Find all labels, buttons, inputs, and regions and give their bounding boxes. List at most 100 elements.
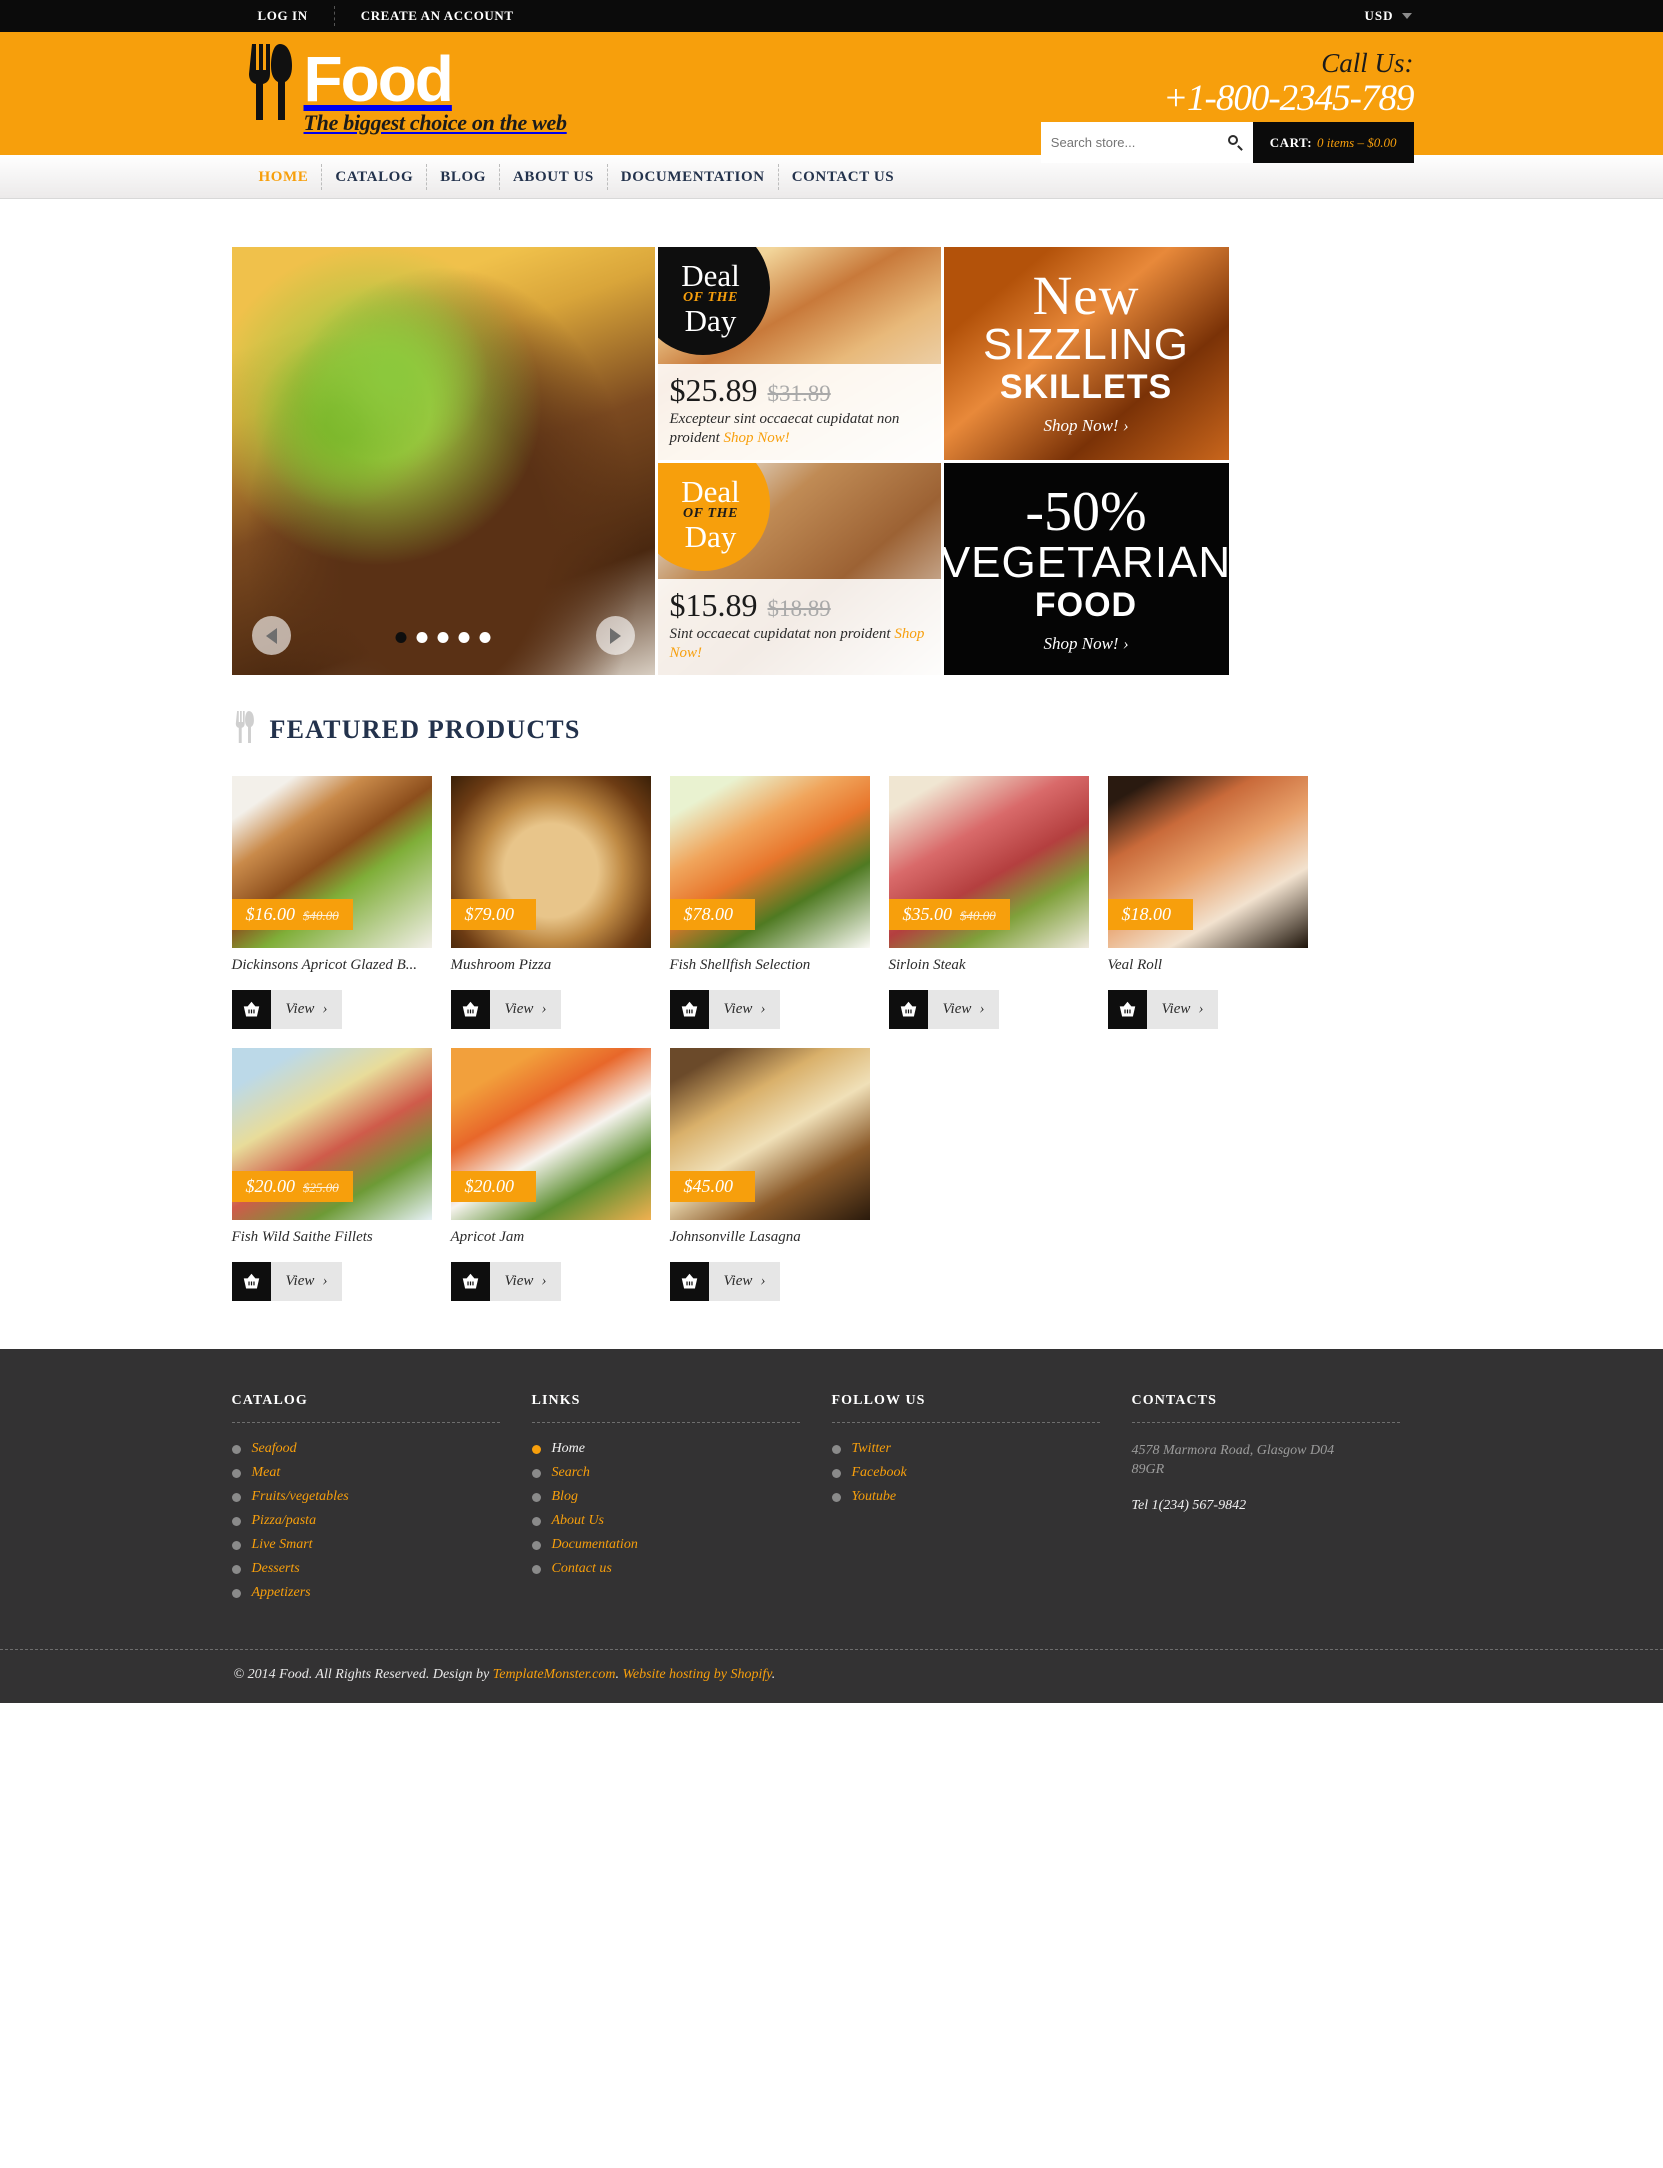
nav-item-about-us[interactable]: ABOUT US: [500, 155, 607, 199]
add-to-cart-button[interactable]: [450, 1262, 490, 1301]
product-name[interactable]: Apricot Jam: [451, 1229, 651, 1246]
nav-item-blog[interactable]: BLOG: [427, 155, 499, 199]
product-image[interactable]: $20.00 $25.00: [231, 1048, 432, 1220]
product-card[interactable]: $16.00 $40.00 Dickinsons Apricot Glazed …: [231, 776, 432, 1029]
search-icon[interactable]: [1227, 135, 1243, 151]
list-item[interactable]: Youtube: [831, 1489, 1106, 1505]
footer-link-home[interactable]: Home: [552, 1441, 585, 1457]
list-item[interactable]: Twitter: [831, 1441, 1106, 1457]
deal-of-the-day-2[interactable]: Deal OF THE Day $15.89 $18.89 Sint occae…: [657, 462, 941, 675]
product-name[interactable]: Sirloin Steak: [889, 957, 1089, 974]
login-link[interactable]: LOG IN: [232, 0, 334, 32]
view-product-button[interactable]: View ›: [1146, 990, 1219, 1029]
slider-dot-5[interactable]: [479, 632, 491, 643]
product-image[interactable]: $18.00: [1107, 776, 1308, 948]
list-item[interactable]: Blog: [531, 1489, 806, 1505]
slider-next-button[interactable]: [595, 616, 635, 655]
slider-dot-3[interactable]: [437, 632, 449, 643]
product-card[interactable]: $35.00 $40.00 Sirloin Steak View ›: [888, 776, 1089, 1029]
add-to-cart-button[interactable]: [1107, 990, 1147, 1029]
promo-shop-now-link[interactable]: Shop Now! ›: [1044, 634, 1129, 654]
list-item[interactable]: Seafood: [231, 1441, 506, 1457]
list-item[interactable]: Facebook: [831, 1465, 1106, 1481]
footer-link-appetizers[interactable]: Appetizers: [252, 1585, 311, 1601]
list-item[interactable]: Fruits/vegetables: [231, 1489, 506, 1505]
footer-link-search[interactable]: Search: [552, 1465, 590, 1481]
add-to-cart-button[interactable]: [450, 990, 490, 1029]
product-name[interactable]: Dickinsons Apricot Glazed B...: [232, 957, 432, 974]
slider-dot-1[interactable]: [395, 632, 407, 643]
product-card[interactable]: $78.00 Fish Shellfish Selection View ›: [669, 776, 870, 1029]
product-name[interactable]: Fish Wild Saithe Fillets: [232, 1229, 432, 1246]
footer-link-twitter[interactable]: Twitter: [852, 1441, 891, 1457]
add-to-cart-button[interactable]: [231, 990, 271, 1029]
product-image[interactable]: $35.00 $40.00: [888, 776, 1089, 948]
list-item[interactable]: About Us: [531, 1513, 806, 1529]
view-product-button[interactable]: View ›: [708, 990, 781, 1029]
view-product-button[interactable]: View ›: [489, 1262, 562, 1301]
product-card[interactable]: $20.00 Apricot Jam View ›: [450, 1048, 651, 1301]
promo-sizzling-skillets[interactable]: New SIZZLING SKILLETS Shop Now! ›: [943, 247, 1229, 460]
add-to-cart-button[interactable]: [669, 1262, 709, 1301]
footer-link-live-smart[interactable]: Live Smart: [252, 1537, 313, 1553]
list-item[interactable]: Meat: [231, 1465, 506, 1481]
nav-item-contact-us[interactable]: CONTACT US: [779, 155, 908, 199]
product-name[interactable]: Veal Roll: [1108, 957, 1308, 974]
product-card[interactable]: $79.00 Mushroom Pizza View ›: [450, 776, 651, 1029]
footer-link-facebook[interactable]: Facebook: [852, 1465, 907, 1481]
hero-slider[interactable]: [231, 247, 655, 675]
list-item[interactable]: Appetizers: [231, 1585, 506, 1601]
product-image[interactable]: $20.00: [450, 1048, 651, 1220]
footer-link-meat[interactable]: Meat: [252, 1465, 281, 1481]
deal-shop-now-link[interactable]: Shop Now!: [724, 430, 790, 446]
product-card[interactable]: $20.00 $25.00 Fish Wild Saithe Fillets V…: [231, 1048, 432, 1301]
view-product-button[interactable]: View ›: [489, 990, 562, 1029]
list-item[interactable]: Search: [531, 1465, 806, 1481]
footer-link-pizza-pasta[interactable]: Pizza/pasta: [252, 1513, 317, 1529]
create-account-link[interactable]: CREATE AN ACCOUNT: [335, 0, 540, 32]
shopify-hosting-link[interactable]: Website hosting by Shopify: [623, 1667, 772, 1682]
view-product-button[interactable]: View ›: [270, 1262, 343, 1301]
templatemonster-link[interactable]: TemplateMonster.com: [493, 1667, 616, 1682]
list-item[interactable]: Pizza/pasta: [231, 1513, 506, 1529]
product-card[interactable]: $18.00 Veal Roll View ›: [1107, 776, 1308, 1029]
add-to-cart-button[interactable]: [669, 990, 709, 1029]
product-name[interactable]: Fish Shellfish Selection: [670, 957, 870, 974]
search-input[interactable]: [1050, 135, 1228, 150]
nav-item-home[interactable]: HOME: [246, 155, 322, 199]
list-item[interactable]: Documentation: [531, 1537, 806, 1553]
product-image[interactable]: $45.00: [669, 1048, 870, 1220]
footer-link-seafood[interactable]: Seafood: [252, 1441, 297, 1457]
product-card[interactable]: $45.00 Johnsonville Lasagna View ›: [669, 1048, 870, 1301]
product-name[interactable]: Johnsonville Lasagna: [670, 1229, 870, 1246]
footer-link-documentation[interactable]: Documentation: [552, 1537, 638, 1553]
list-item[interactable]: Home: [531, 1441, 806, 1457]
nav-item-documentation[interactable]: DOCUMENTATION: [608, 155, 778, 199]
slider-dot-4[interactable]: [458, 632, 470, 643]
promo-shop-now-link[interactable]: Shop Now! ›: [1044, 416, 1129, 436]
list-item[interactable]: Live Smart: [231, 1537, 506, 1553]
add-to-cart-button[interactable]: [231, 1262, 271, 1301]
list-item[interactable]: Desserts: [231, 1561, 506, 1577]
product-image[interactable]: $16.00 $40.00: [231, 776, 432, 948]
nav-item-catalog[interactable]: CATALOG: [322, 155, 426, 199]
footer-link-about-us[interactable]: About Us: [552, 1513, 605, 1529]
view-product-button[interactable]: View ›: [708, 1262, 781, 1301]
product-name[interactable]: Mushroom Pizza: [451, 957, 651, 974]
slider-pagination[interactable]: [395, 632, 491, 643]
view-product-button[interactable]: View ›: [927, 990, 1000, 1029]
footer-link-fruits-vegetables[interactable]: Fruits/vegetables: [252, 1489, 349, 1505]
slider-prev-button[interactable]: [251, 616, 291, 655]
site-logo[interactable]: Food The biggest choice on the web: [246, 44, 567, 136]
add-to-cart-button[interactable]: [888, 990, 928, 1029]
currency-selector[interactable]: USD: [1364, 8, 1431, 24]
product-image[interactable]: $79.00: [450, 776, 651, 948]
slider-dot-2[interactable]: [416, 632, 428, 643]
footer-link-youtube[interactable]: Youtube: [852, 1489, 897, 1505]
product-image[interactable]: $78.00: [669, 776, 870, 948]
footer-link-blog[interactable]: Blog: [552, 1489, 578, 1505]
footer-link-desserts[interactable]: Desserts: [252, 1561, 300, 1577]
footer-link-contact-us[interactable]: Contact us: [552, 1561, 612, 1577]
deal-of-the-day-1[interactable]: Deal OF THE Day $25.89 $31.89 Excepteur …: [657, 247, 941, 460]
list-item[interactable]: Contact us: [531, 1561, 806, 1577]
